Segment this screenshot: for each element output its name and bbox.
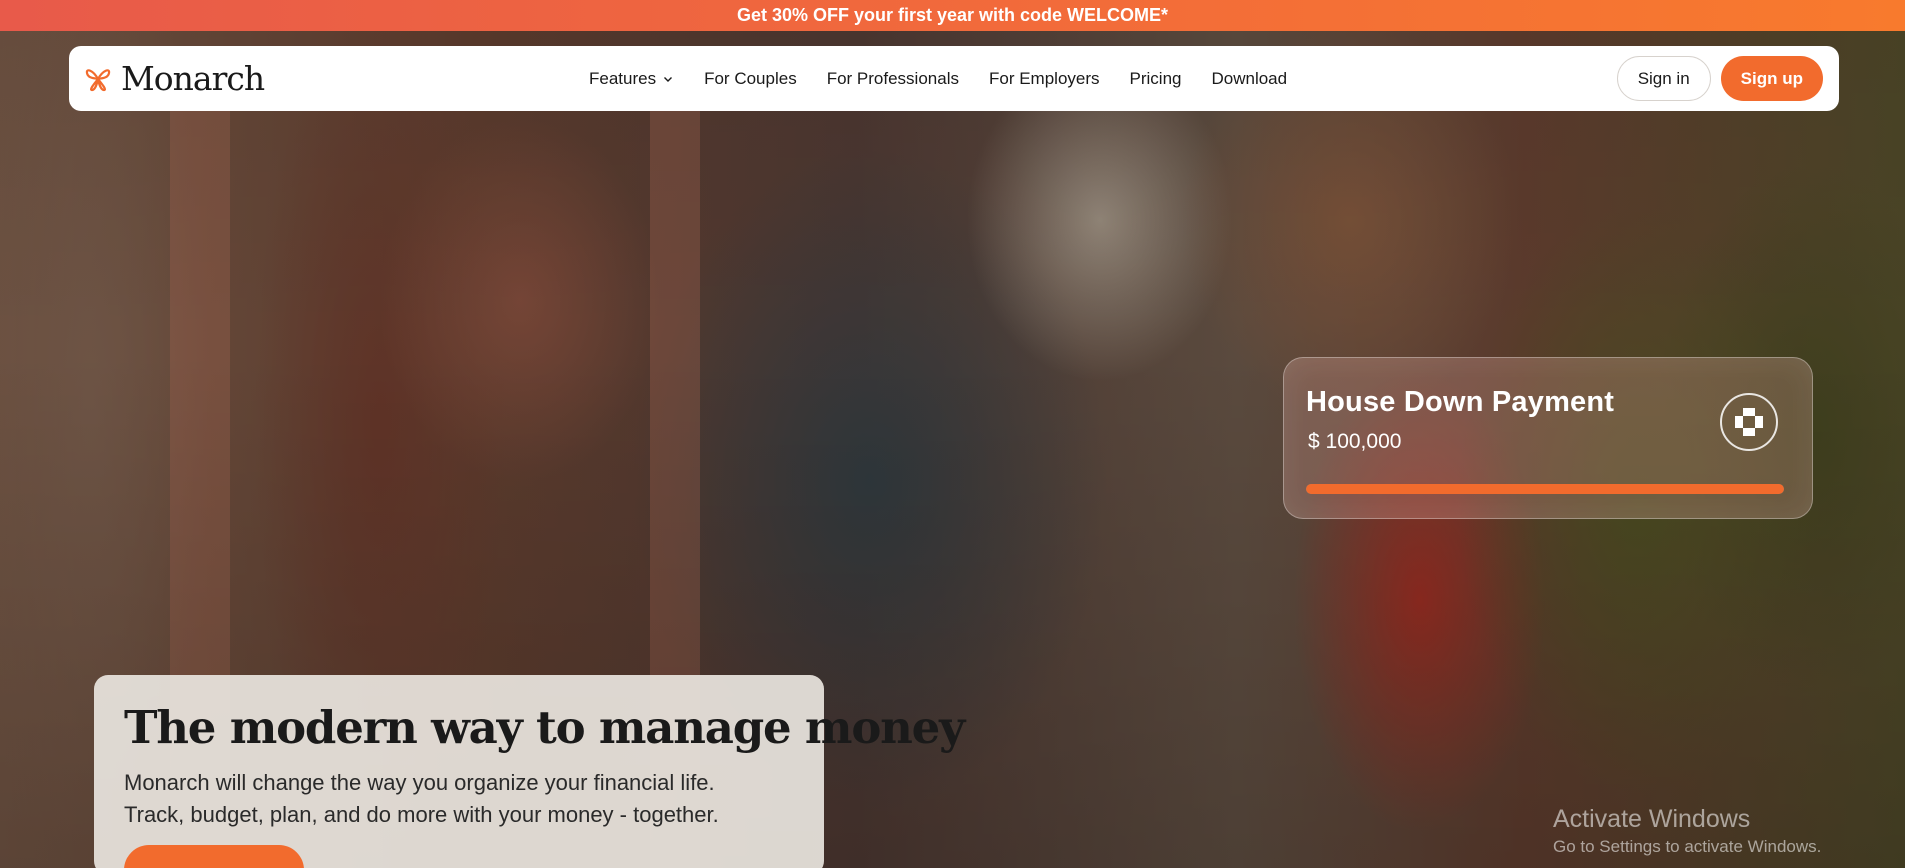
butterfly-logo-icon: [85, 68, 111, 91]
sign-in-button[interactable]: Sign in: [1616, 56, 1711, 101]
nav-item-label: Pricing: [1129, 68, 1182, 88]
goal-amount: $ 100,000: [1308, 430, 1402, 453]
activate-windows-watermark: Activate Windows Go to Settings to activ…: [1553, 805, 1821, 857]
nav-item-label: Features: [589, 68, 657, 88]
get-started-button[interactable]: [124, 845, 304, 868]
goal-title: House Down Payment: [1306, 386, 1615, 418]
watermark-title: Activate Windows: [1553, 805, 1751, 833]
nav-item-download[interactable]: Download: [1196, 69, 1302, 89]
nav-links: Features For Couples For Professionals F…: [574, 46, 1302, 111]
hero-subtitle-line: Track, budget, plan, and do more with yo…: [124, 802, 719, 827]
nav-item-pricing[interactable]: Pricing: [1115, 69, 1197, 89]
top-navigation: Monarch Features For Couples For Profess…: [69, 46, 1839, 111]
brand-name: Monarch: [121, 59, 265, 98]
nav-item-for-couples[interactable]: For Couples: [689, 69, 812, 89]
nav-item-label: Download: [1211, 68, 1288, 88]
goal-card: House Down Payment $ 100,000: [1283, 357, 1813, 519]
nav-item-label: For Couples: [704, 68, 797, 88]
hero-subtitle: Monarch will change the way you organize…: [124, 767, 804, 831]
hero-subtitle-line: Monarch will change the way you organize…: [124, 770, 715, 795]
goal-progress-track: [1306, 484, 1784, 494]
nav-item-for-professionals[interactable]: For Professionals: [812, 69, 974, 89]
sign-up-button[interactable]: Sign up: [1720, 56, 1823, 101]
promo-banner[interactable]: Get 30% OFF your first year with code WE…: [0, 0, 1905, 31]
nav-item-label: For Professionals: [826, 68, 959, 88]
brand-logo[interactable]: Monarch: [83, 46, 265, 111]
hero-title: The modern way to manage money: [124, 701, 965, 754]
nav-item-for-employers[interactable]: For Employers: [974, 69, 1115, 89]
chevron-down-icon: [664, 76, 673, 82]
nav-item-label: For Employers: [988, 68, 1100, 88]
goal-progress-fill: [1306, 484, 1784, 494]
octagon-logo-shape: [1735, 408, 1763, 436]
promo-text: Get 30% OFF your first year with code WE…: [736, 5, 1169, 25]
chase-bank-logo-icon: [1720, 393, 1778, 451]
watermark-subtitle: Go to Settings to activate Windows.: [1553, 837, 1822, 856]
nav-actions: Sign in Sign up: [1616, 46, 1823, 111]
nav-item-features[interactable]: Features: [574, 69, 689, 89]
hero-text-card: The modern way to manage money Monarch w…: [94, 675, 965, 868]
